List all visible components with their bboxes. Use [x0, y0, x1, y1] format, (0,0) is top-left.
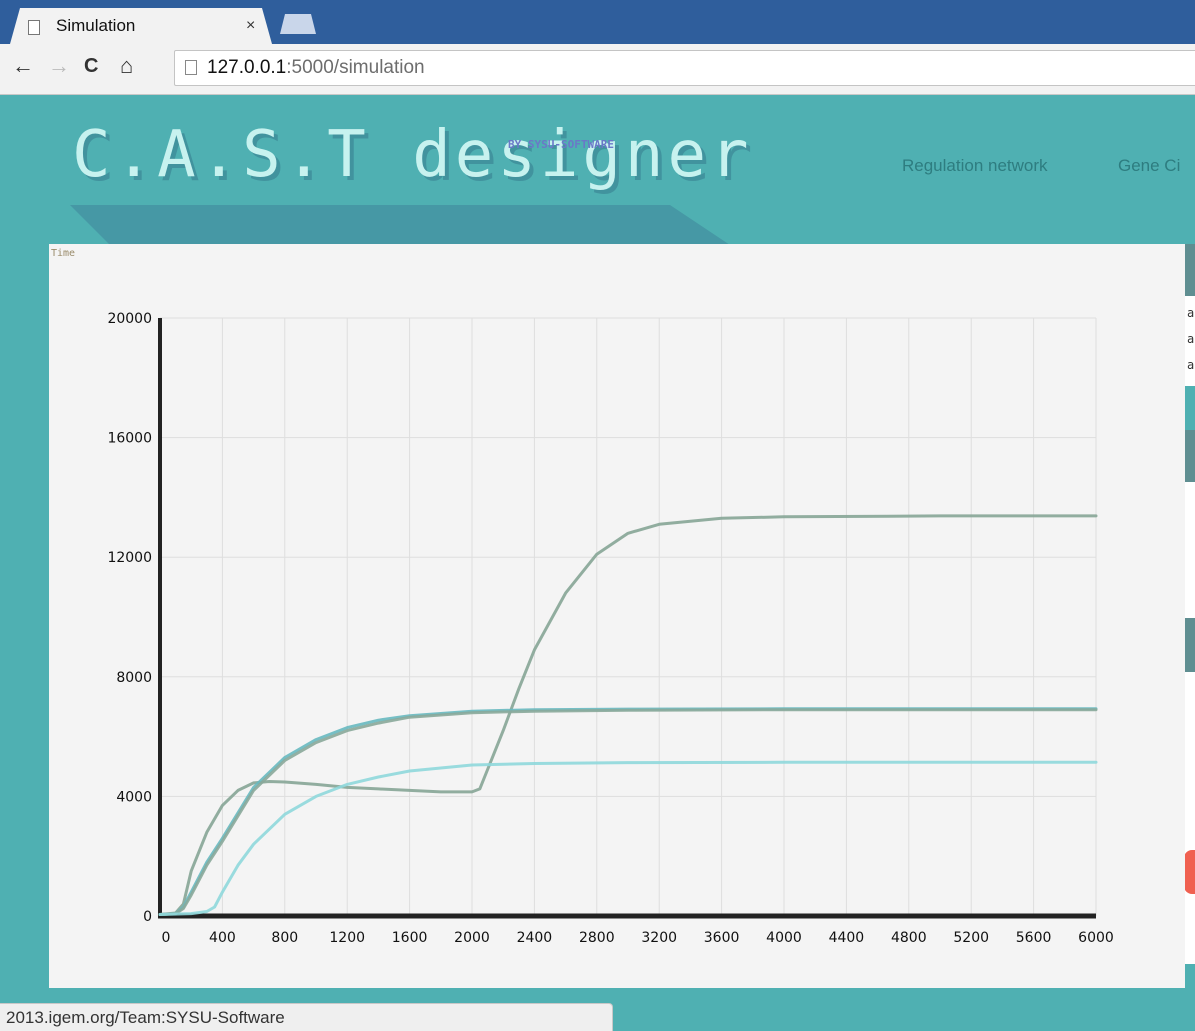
y-tick-label: 20000	[107, 311, 152, 327]
x-tick-label: 4800	[891, 930, 927, 946]
logo-shadow	[70, 205, 730, 245]
x-tick-label: 4000	[766, 930, 802, 946]
browser-toolbar: ← → C ⌂ 127.0.0.1:5000/simulation	[0, 44, 1195, 95]
browser-tab-bar: Simulation ×	[0, 0, 1195, 44]
x-tick-label: 0	[162, 930, 171, 946]
x-tick-label: 3200	[641, 930, 677, 946]
site-logo[interactable]: C.A.S.T designer	[72, 118, 753, 192]
side-panel-item[interactable]: a	[1187, 332, 1194, 346]
x-tick-label: 1600	[392, 930, 428, 946]
y-tick-label: 4000	[116, 789, 152, 805]
address-bar[interactable]: 127.0.0.1:5000/simulation	[174, 50, 1195, 86]
x-tick-label: 2000	[454, 930, 490, 946]
home-icon[interactable]: ⌂	[120, 54, 133, 78]
series-line	[158, 707, 1098, 916]
url-host: 127.0.0.1	[207, 57, 287, 78]
side-panel-body	[1184, 672, 1195, 964]
series-line	[158, 514, 1098, 916]
tab-simulation[interactable]	[10, 8, 272, 44]
x-tick-label: 2400	[517, 930, 553, 946]
y-tick-label: 16000	[107, 431, 152, 447]
tab-title: Simulation	[56, 16, 136, 35]
page-icon	[28, 20, 40, 35]
side-panel-header	[1184, 618, 1195, 672]
x-tick-label: 400	[209, 930, 236, 946]
status-bubble: 2013.igem.org/Team:SYSU-Software	[0, 1003, 613, 1031]
tab-close-icon[interactable]: ×	[246, 17, 255, 35]
back-icon[interactable]: ←	[12, 54, 34, 78]
chart-svg: 0 400 800 1200 1600 2000 2400 2800 3200 3600 4000 4…	[107, 311, 1114, 946]
side-panel-action-button[interactable]	[1184, 850, 1195, 894]
url-path: :5000/simulation	[286, 57, 425, 78]
simulation-chart: Time 0 400 800 1200 1600 2000 2400 2800 3200 3600…	[49, 244, 1185, 988]
new-tab-button[interactable]	[280, 14, 316, 34]
y-tick-label: 12000	[107, 550, 152, 566]
y-tick-label: 0	[143, 909, 152, 925]
x-tick-label: 3600	[704, 930, 740, 946]
y-tick-label: 8000	[116, 670, 152, 686]
side-panel-item[interactable]: a	[1187, 358, 1194, 372]
nav-gene-circuit[interactable]: Gene Ci	[1118, 156, 1180, 176]
status-url: 2013.igem.org/Team:SYSU-Software	[6, 1008, 285, 1027]
series-line	[158, 760, 1098, 916]
reload-icon[interactable]: C	[84, 54, 98, 78]
nav-regulation-network[interactable]: Regulation network	[902, 156, 1048, 176]
page-icon	[185, 60, 197, 75]
x-tick-label: 5600	[1016, 930, 1052, 946]
x-tick-label: 800	[271, 930, 298, 946]
x-tick-label: 5200	[953, 930, 989, 946]
x-tick-label: 6000	[1078, 930, 1114, 946]
logo-subtitle: BY SYSU-SOFTWARE	[508, 138, 614, 151]
side-panel-header	[1184, 430, 1195, 482]
series-line	[158, 708, 1098, 916]
side-panel-item[interactable]: a	[1187, 306, 1194, 320]
x-tick-label: 1200	[329, 930, 365, 946]
side-panel-body	[1184, 482, 1195, 618]
x-tick-label: 2800	[579, 930, 615, 946]
forward-icon[interactable]: →	[48, 54, 70, 78]
x-tick-label: 4400	[829, 930, 865, 946]
side-panel-header	[1184, 244, 1195, 296]
